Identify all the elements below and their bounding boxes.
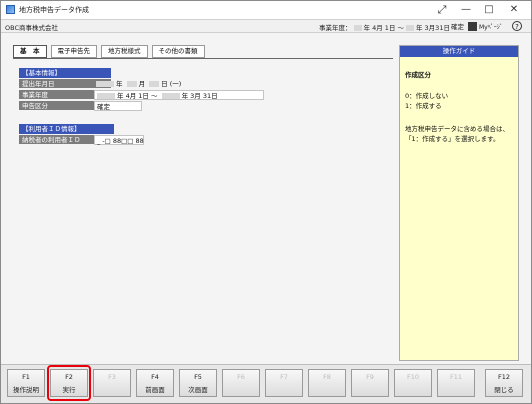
fiscal-period-start: 年 4月 1日 ～ [117, 92, 158, 100]
fkey-label: 閉じる [494, 386, 514, 394]
mypage-button[interactable]: Myﾍﾟｰｼﾞ [468, 21, 503, 31]
redacted-value [96, 81, 114, 87]
main-panel: 基 本 電子申告先 地方税様式 その他の書類 【基本情報】 提出年月日 年 月 … [1, 33, 531, 363]
fkey-number: F9 [366, 373, 374, 381]
f10-button: F10 [394, 369, 432, 397]
f8-button: F8 [308, 369, 346, 397]
fkey-number: F6 [237, 373, 245, 381]
fkey-number: F5 [194, 373, 202, 381]
close-button[interactable]: ✕ [503, 3, 525, 17]
taxpayer-user-id-field[interactable]: _ -□ 88□□ 88 [94, 135, 144, 145]
fkey-number: F3 [108, 373, 116, 381]
redacted-value [161, 93, 180, 99]
help-icon[interactable]: ? [512, 21, 522, 31]
app-icon [6, 5, 15, 14]
tab-electronic-filing[interactable]: 電子申告先 [50, 45, 97, 58]
f2-highlight-box [47, 365, 91, 401]
f3-button: F3 [93, 369, 131, 397]
fkey-number: F11 [449, 373, 462, 381]
mypage-label: Myﾍﾟｰｼﾞ [479, 23, 503, 31]
fkey-number: F4 [151, 373, 159, 381]
basic-info-header: 【基本情報】 [19, 68, 111, 78]
fkey-number: F7 [280, 373, 288, 381]
window-title: 地方税申告データ作成 [19, 6, 89, 14]
maximize-button[interactable]: □ [478, 3, 500, 17]
day-unit: 日 [161, 80, 168, 88]
tab-other-documents[interactable]: その他の書類 [151, 45, 205, 58]
f1-help-button[interactable]: F1 操作説明 [7, 369, 45, 397]
operation-guide-header: 操作ガイド [400, 46, 518, 57]
month-unit: 月 [138, 80, 146, 88]
f9-button: F9 [351, 369, 389, 397]
filing-type-field: 確定 [94, 101, 142, 111]
fiscal-start: 年 4月 1日 ～ [363, 24, 404, 32]
redacted-era [353, 25, 362, 31]
fkey-label: 操作説明 [13, 386, 39, 394]
fkey-number: F12 [497, 373, 510, 381]
fkey-number: F8 [323, 373, 331, 381]
weekday: (一) [169, 80, 182, 88]
redacted-value [126, 81, 137, 87]
company-name: OBC商事株式会社 [5, 24, 58, 32]
fiscal-period-field: 年 4月 1日 ～ 年 3月 31日 [94, 90, 264, 100]
app-window: 地方税申告データ作成 ⤢ — □ ✕ OBC商事株式会社 事業年度： 年 4月 1… [0, 0, 532, 404]
confirm-label: 確定 [451, 23, 464, 31]
guide-option-1: 1：作成する [405, 102, 442, 110]
guide-option-0: 0：作成しない [405, 92, 449, 100]
f7-button: F7 [265, 369, 303, 397]
f4-previous-screen-button[interactable]: F4 前画面 [136, 369, 174, 397]
fkey-label: 次画面 [188, 386, 208, 394]
info-bar: OBC商事株式会社 事業年度： 年 4月 1日 ～ 年 3月31日 確定 Myﾍﾟｰ… [1, 20, 531, 33]
redacted-era [405, 25, 414, 31]
f5-next-screen-button[interactable]: F5 次画面 [179, 369, 217, 397]
fkey-number: F10 [406, 373, 419, 381]
title-bar: 地方税申告データ作成 ⤢ — □ ✕ [1, 1, 531, 20]
tab-divider [13, 58, 393, 59]
tab-basic[interactable]: 基 本 [13, 45, 47, 58]
fiscal-year: 事業年度： 年 4月 1日 ～ 年 3月31日 [319, 22, 450, 32]
user-id-header: 【利用者ＩＤ情報】 [19, 124, 114, 134]
redacted-value [149, 81, 160, 87]
tab-local-tax-forms[interactable]: 地方税様式 [101, 45, 148, 58]
guide-title: 作成区分 [405, 71, 431, 79]
restore-arrow-icon[interactable]: ⤢ [431, 3, 453, 17]
mypage-icon [468, 21, 477, 31]
f12-close-button[interactable]: F12 閉じる [485, 369, 523, 397]
minimize-button[interactable]: — [455, 3, 477, 17]
f11-button: F11 [437, 369, 475, 397]
submission-date-field[interactable]: 年 月 日 (一) [94, 79, 194, 89]
guide-description: 地方税申告データに含める場合は、「1：作成する」を選択します。 [405, 125, 509, 143]
operation-guide-panel: 操作ガイド 作成区分 0：作成しない 1：作成する 地方税申告データに含める場合… [399, 45, 519, 361]
fiscal-period-end: 年 3月 31日 [181, 92, 218, 100]
fkey-number: F1 [22, 373, 30, 381]
fiscal-label: 事業年度： [319, 24, 352, 32]
redacted-value [97, 93, 115, 99]
year-unit: 年 [116, 80, 123, 88]
f6-button: F6 [222, 369, 260, 397]
fkey-label: 前画面 [145, 386, 165, 394]
fiscal-end: 年 3月31日 [415, 24, 450, 32]
tab-strip: 基 本 電子申告先 地方税様式 その他の書類 [13, 45, 205, 58]
